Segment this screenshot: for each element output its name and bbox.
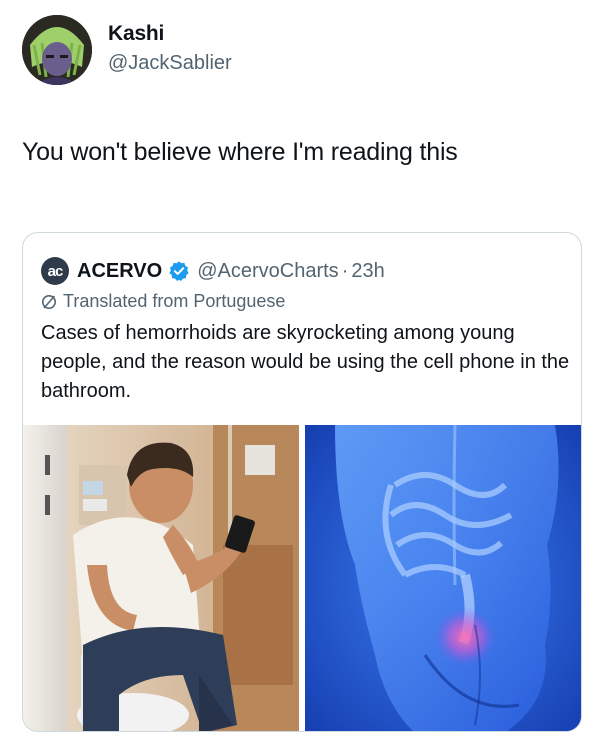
separator-dot: · xyxy=(341,259,349,282)
translated-indicator[interactable]: Translated from Portuguese xyxy=(41,291,285,312)
quoted-timestamp[interactable]: 23h xyxy=(351,260,384,283)
media-photo-man-on-toilet[interactable] xyxy=(23,425,299,731)
media-anatomy-illustration[interactable] xyxy=(305,425,581,731)
photo-man-on-toilet-with-phone xyxy=(23,425,299,731)
acervo-logo-icon[interactable]: ac xyxy=(41,257,69,285)
photo-anatomy-illustration xyxy=(305,425,581,731)
avatar-illustration xyxy=(22,15,92,85)
author-name[interactable]: Kashi xyxy=(108,22,164,46)
translate-icon xyxy=(42,294,56,309)
quoted-tweet-card[interactable]: ac ACERVO @AcervoCharts · 23h Translated… xyxy=(22,232,582,732)
tweet-text: You won't believe where I'm reading this xyxy=(22,138,458,166)
translated-label: Translated from Portuguese xyxy=(63,291,286,311)
quoted-author-name[interactable]: ACERVO xyxy=(77,260,162,283)
quoted-tweet-text: Cases of hemorrhoids are skyrocketing am… xyxy=(41,322,570,402)
quoted-tweet-header: ac ACERVO @AcervoCharts · 23h xyxy=(41,257,385,285)
author-avatar[interactable] xyxy=(22,15,92,85)
quoted-author-handle[interactable]: @AcervoCharts xyxy=(197,260,338,283)
verified-badge-icon xyxy=(169,261,189,281)
author-handle[interactable]: @JackSablier xyxy=(108,52,232,75)
